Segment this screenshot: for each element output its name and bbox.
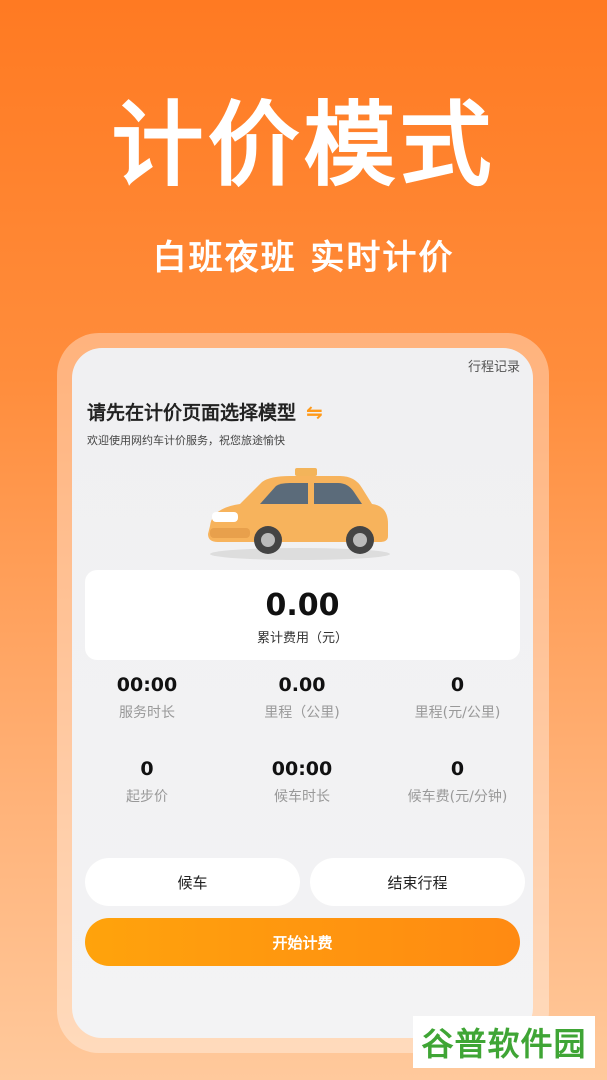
wait-button[interactable]: 候车	[85, 858, 300, 906]
fee-card: 0.00 累计费用（元）	[85, 570, 520, 660]
stat-value: 0	[140, 758, 154, 780]
stat-label: 起步价	[126, 789, 168, 805]
stat-label: 候车费(元/分钟)	[407, 789, 508, 805]
total-fee-label: 累计费用（元）	[256, 631, 348, 646]
stat-value: 00:00	[116, 674, 178, 696]
phone-screen: 行程记录 请先在计价页面选择模型 ⇋ 欢迎使用网约车计价服务，祝您旅途愉快 0.…	[72, 348, 533, 1038]
stat-value: 00:00	[271, 758, 333, 780]
start-billing-button[interactable]: 开始计费	[85, 918, 520, 966]
taxi-illustration	[208, 468, 390, 560]
stat-label: 里程（公里)	[264, 705, 340, 721]
total-fee-value: 0.00	[265, 588, 340, 623]
end-trip-button[interactable]: 结束行程	[310, 858, 525, 906]
stat-value: 0.00	[278, 674, 326, 696]
stat-waiting-duration: 00:00 候车时长	[222, 758, 382, 806]
trip-history-link[interactable]: 行程记录	[468, 356, 520, 375]
model-select-prompt[interactable]: 请先在计价页面选择模型 ⇋	[87, 398, 323, 425]
hero-title: 计价模式	[111, 92, 496, 199]
stat-base-fare: 0 起步价	[72, 758, 222, 806]
stat-price-per-km: 0 里程(元/公里)	[382, 674, 533, 722]
stat-value: 0	[450, 674, 465, 696]
stat-value: 0	[450, 758, 465, 780]
switch-arrows-icon[interactable]: ⇋	[306, 400, 323, 424]
stat-mileage: 0.00 里程（公里)	[222, 674, 382, 722]
stats-grid: 00:00 服务时长 0.00 里程（公里) 0 里程(元/公里) 0 起步价 …	[72, 674, 533, 806]
hero-subtitle: 白班夜班 实时计价	[152, 238, 455, 278]
stat-service-duration: 00:00 服务时长	[72, 674, 222, 722]
watermark-logo: 谷普软件园	[413, 1016, 595, 1068]
stat-label: 里程(元/公里)	[414, 705, 501, 721]
stat-waiting-fee: 0 候车费(元/分钟)	[382, 758, 533, 806]
welcome-text: 欢迎使用网约车计价服务，祝您旅途愉快	[87, 434, 285, 447]
model-select-label: 请先在计价页面选择模型	[87, 402, 297, 424]
stat-label: 候车时长	[274, 789, 330, 805]
stat-label: 服务时长	[119, 705, 175, 721]
